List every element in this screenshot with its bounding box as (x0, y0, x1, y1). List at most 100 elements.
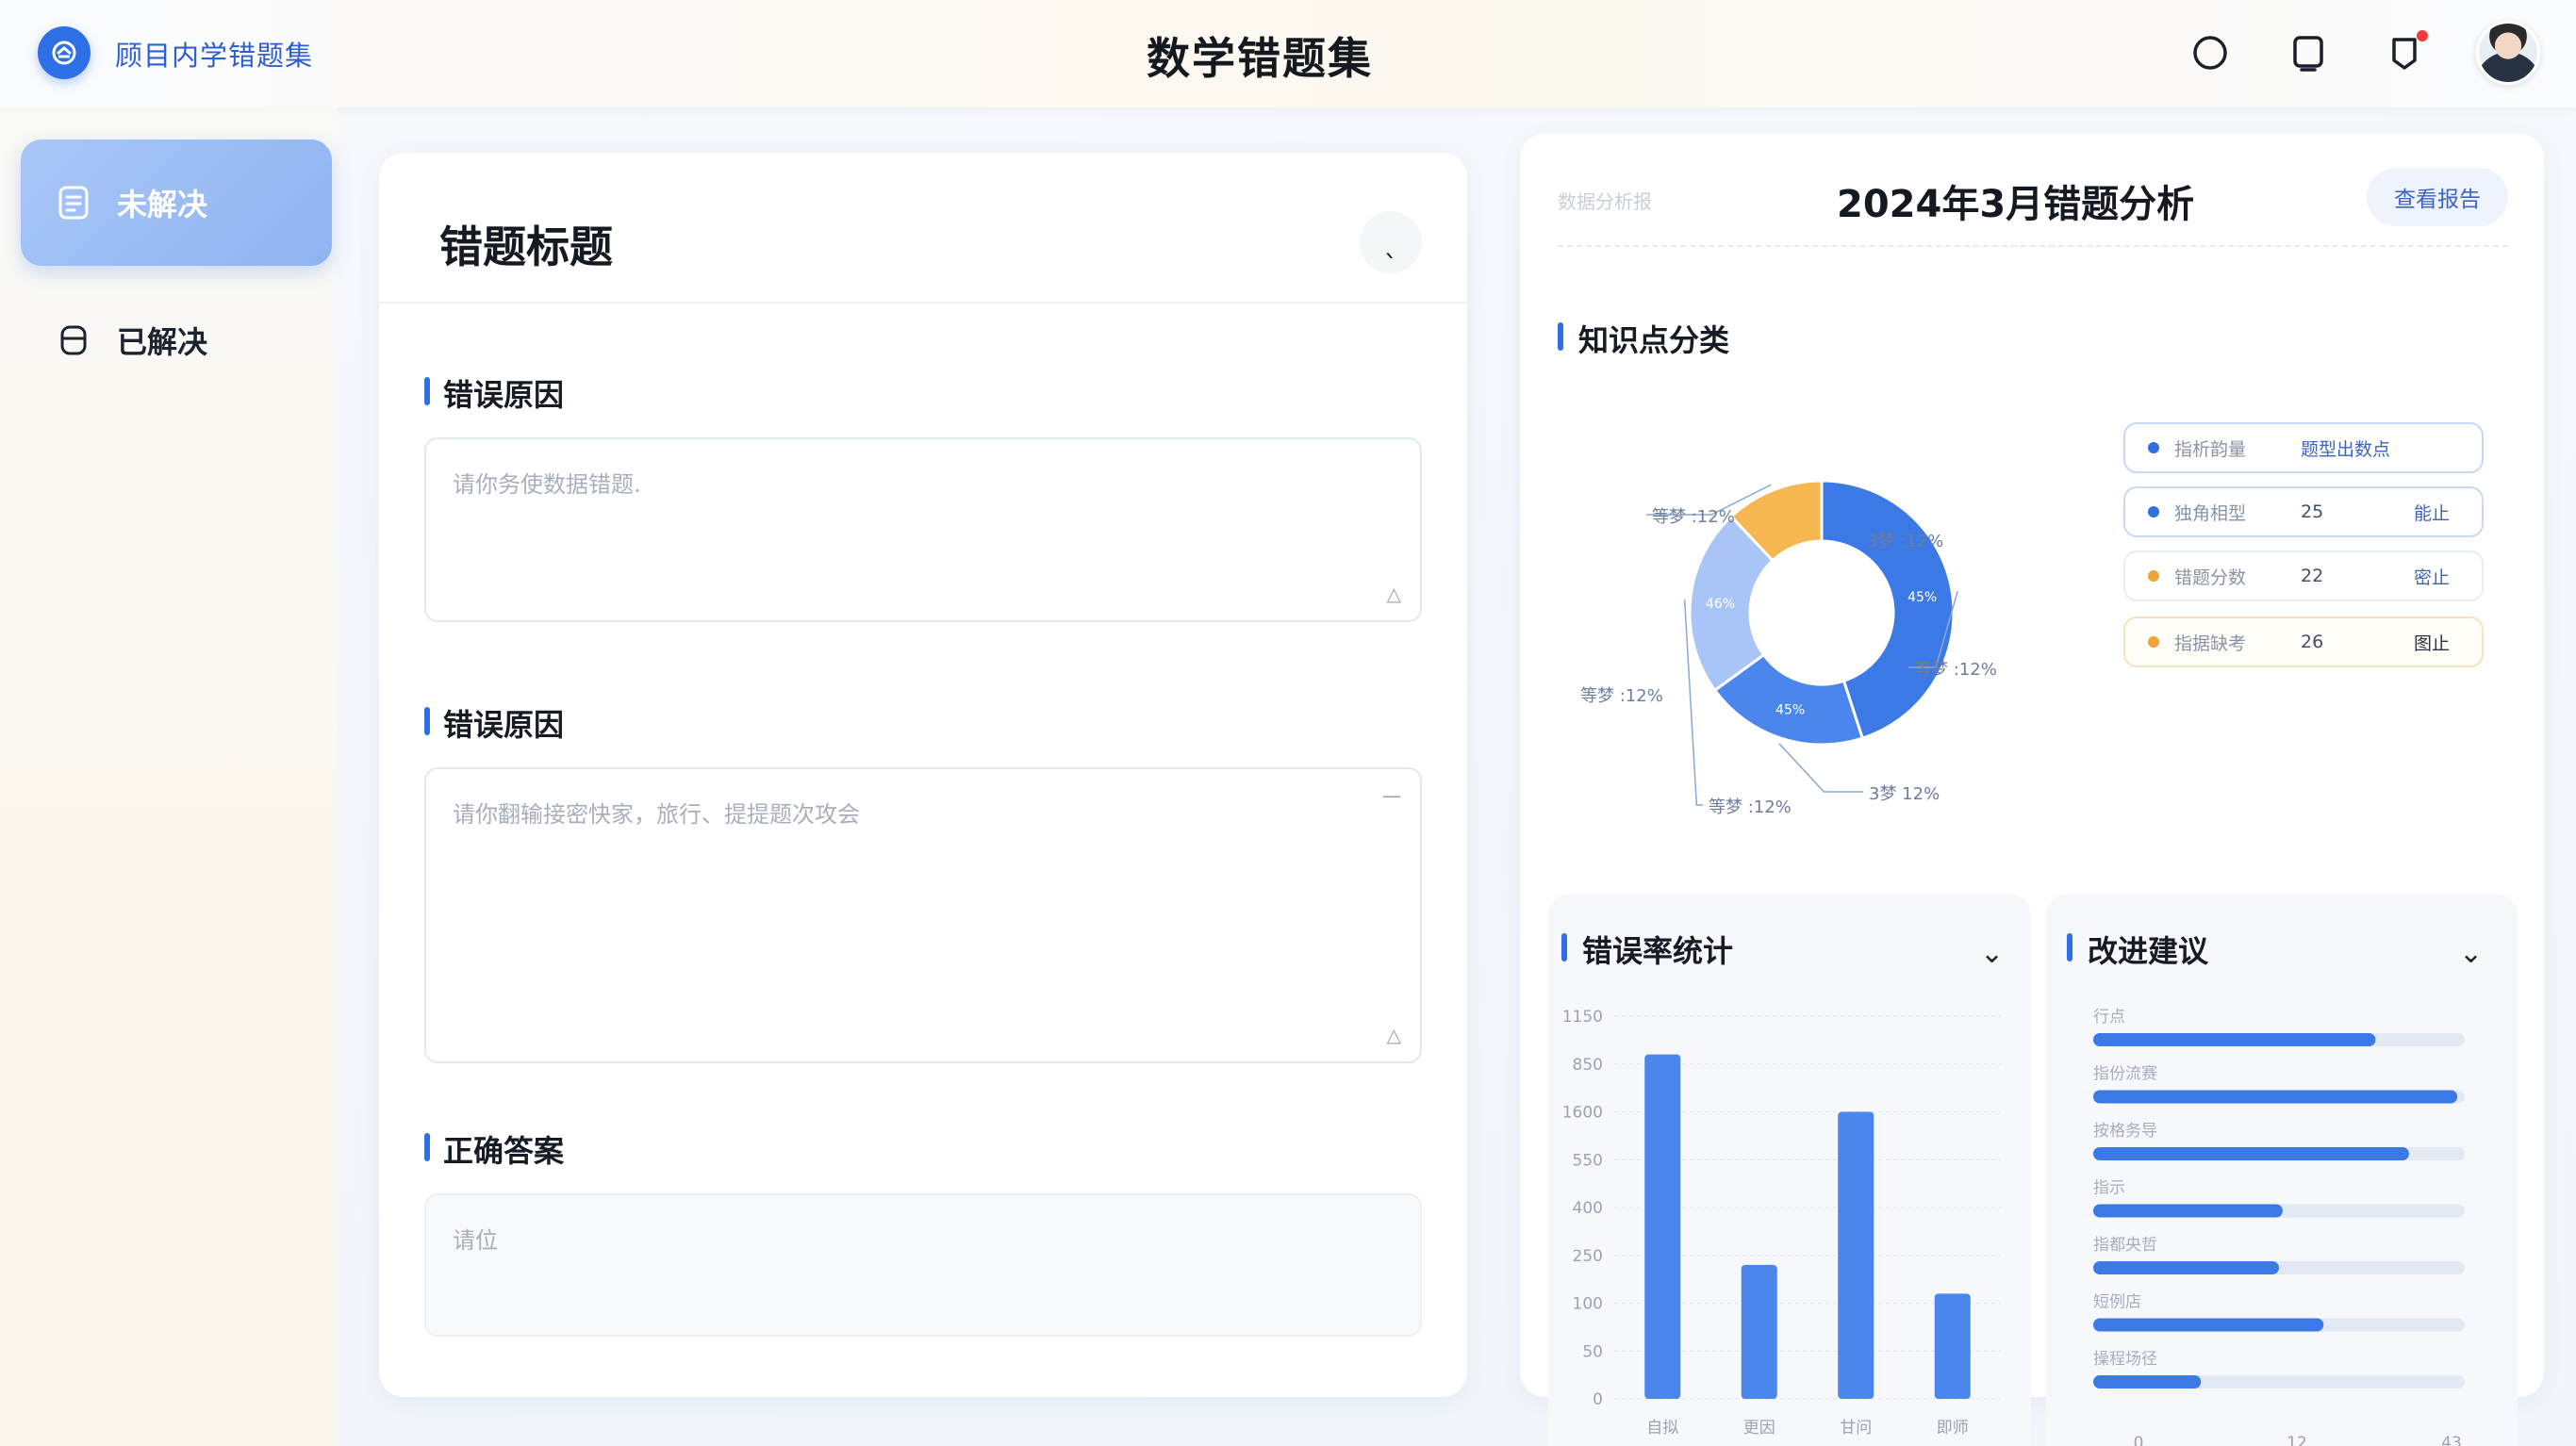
suggestion-name: 指份流赛 (2093, 1064, 2157, 1084)
suggestion-name: 按格务导 (2093, 1122, 2157, 1141)
x-tick-label: 即师 (1937, 1419, 1969, 1438)
x-tick-label: 甘问 (1840, 1419, 1872, 1438)
suggestion-bar (2093, 1147, 2409, 1160)
notification-badge (2417, 30, 2428, 41)
sidebar-item-label: 未解决 (117, 187, 208, 222)
slice-callout: 等梦 :12% (1580, 686, 1663, 706)
resize-handle-icon[interactable]: △ (1387, 583, 1401, 605)
slice-label: 45% (1907, 590, 1937, 605)
legend-name: 指析韵量 (2174, 438, 2247, 460)
chevron-icon: ˎ (1383, 225, 1398, 259)
brand-name: 顾目内学错题集 (115, 40, 314, 72)
bar (1644, 1054, 1681, 1399)
collapse-button[interactable]: ˎ (1360, 211, 1422, 273)
legend-action[interactable]: 能止 (2414, 500, 2450, 525)
suggestion-bar (2093, 1375, 2202, 1388)
suggestion-name: 操程场径 (2093, 1350, 2157, 1369)
suggestions-card: 改进建议 ⌄ 行点 指份流赛 按格务导 指示 指都央哲 短例店 操程场径 0 12 43 (2046, 894, 2518, 1446)
sidebar-item-label: 已解决 (117, 324, 208, 360)
error-reason-placeholder: 请你务使数据错题. (453, 471, 641, 498)
x-tick-label: 12 (2287, 1434, 2307, 1446)
form-title: 错题标题 (439, 222, 613, 272)
bar (1838, 1111, 1874, 1399)
y-tick-label: 1600 (1562, 1104, 1603, 1123)
legend-value: 26 (2301, 632, 2324, 652)
legend-name: 指据缺考 (2174, 633, 2247, 654)
archive-box-icon (60, 325, 87, 355)
suggestion-name: 指示 (2093, 1179, 2125, 1198)
legend-name: 独角相型 (2174, 502, 2247, 524)
logo-icon[interactable] (38, 26, 91, 79)
legend-row[interactable]: 错题分数 22 密止 (2123, 550, 2484, 601)
knowledge-label: 知识点分类 (1558, 317, 1729, 360)
callout-line (1778, 743, 1863, 793)
error-rate-card: 错误率统计 ⌄ 0 50 100 250 400 550 1600 850 1150 自拟 更因 甘问… (1548, 894, 2031, 1446)
error-reason-label: 错误原因 (424, 371, 564, 415)
error-reason-label-2: 错误原因 (424, 701, 564, 745)
y-tick-label: 1150 (1562, 1008, 1603, 1027)
correct-answer-label: 正确答案 (424, 1127, 564, 1171)
minus-icon[interactable]: — (1382, 784, 1401, 807)
suggestion-bar (2093, 1033, 2376, 1046)
bar (1741, 1264, 1777, 1399)
suggestion-bar (2093, 1318, 2324, 1332)
sidebar-item-resolved[interactable]: 已解决 (21, 277, 332, 403)
correct-answer-placeholder: 请位 (453, 1227, 498, 1254)
legend-row[interactable]: 指据缺考 26 图止 (2123, 616, 2484, 667)
form-header: 错题标题 ˎ (379, 153, 1467, 304)
error-reason-input[interactable]: 请你务使数据错题. △ (424, 437, 1422, 622)
suggestion-name: 短例店 (2093, 1293, 2141, 1312)
legend-row[interactable]: 独角相型 25 能止 (2123, 486, 2484, 537)
tablet-icon[interactable] (2287, 32, 2329, 74)
y-tick-label: 550 (1573, 1151, 1603, 1170)
chevron-down-icon[interactable]: ⌄ (2459, 937, 2483, 970)
circle-icon[interactable] (2189, 32, 2231, 74)
x-tick-label: 更因 (1743, 1419, 1775, 1438)
x-tick-label: 43 (2441, 1434, 2462, 1446)
legend-row[interactable]: 指析韵量 题型出数点 (2123, 422, 2484, 473)
chevron-down-icon[interactable]: ⌄ (1980, 937, 2004, 970)
legend-value: 25 (2301, 501, 2324, 522)
legend-dot (2148, 506, 2159, 518)
analysis-card: 数据分析报 2024年3月错题分析 查看报告 知识点分类 45% 等梦 :12% 4… (1520, 134, 2544, 1446)
mistake-form-card: 错题标题 ˎ 错误原因 请你务使数据错题. △ 错误原因 请你翻输接密快家，旅行… (379, 153, 1467, 1397)
suggestion-bar (2093, 1261, 2279, 1274)
slice-callout: 3梦 12% (1869, 784, 1940, 804)
sidebar-item-unresolved[interactable]: 未解决 (21, 140, 332, 266)
page-title: 数学错题集 (1147, 33, 1373, 84)
document-icon (58, 186, 89, 220)
suggestion-name: 指都央哲 (2093, 1236, 2157, 1255)
suggestion-name: 行点 (2093, 1008, 2125, 1027)
legend-action[interactable]: 图止 (2414, 630, 2450, 655)
error-rate-label: 错误率统计 (1561, 928, 1733, 971)
avatar[interactable] (2476, 21, 2540, 85)
legend-value: 题型出数点 (2301, 438, 2391, 460)
suggestion-bar (2093, 1090, 2458, 1104)
slice-callout: 3梦 :12% (1867, 532, 1943, 551)
analysis-title: 2024年3月错题分析 (1837, 183, 2195, 226)
resize-handle-icon[interactable]: △ (1387, 1024, 1401, 1046)
slice-callout: 等梦 :12% (1652, 507, 1735, 527)
slice-callout: 等梦 :12% (1709, 797, 1792, 817)
suggestions-bar-chart: 行点指份流赛按格务导指示指都央哲短例店操程场径 0 12 43 (2093, 1008, 2465, 1446)
slice-label: 46% (1706, 597, 1735, 612)
legend-action[interactable]: 密止 (2414, 564, 2450, 589)
error-reason-placeholder-2: 请你翻输接密快家，旅行、提提题次攻会 (453, 801, 860, 828)
error-rate-bar-chart: 0 50 100 250 400 550 1600 850 1150 自拟 更因 甘问 即师 (1562, 1008, 2001, 1438)
y-tick-label: 0 (1593, 1390, 1603, 1409)
suggestions-label: 改进建议 (2067, 928, 2208, 971)
correct-answer-input[interactable]: 请位 (424, 1193, 1422, 1337)
y-tick-label: 50 (1582, 1342, 1603, 1361)
y-tick-label: 850 (1573, 1056, 1603, 1075)
y-tick-label: 100 (1573, 1295, 1603, 1314)
legend-dot (2148, 570, 2159, 582)
error-reason-input-2[interactable]: 请你翻输接密快家，旅行、提提题次攻会 — △ (424, 767, 1422, 1063)
legend-dot (2148, 636, 2159, 648)
suggestion-bar (2093, 1204, 2283, 1218)
legend-value: 22 (2301, 566, 2324, 586)
divider (1558, 245, 2508, 247)
slice-callout: 等梦 :12% (1914, 660, 1997, 680)
view-report-button[interactable]: 查看报告 (2367, 168, 2508, 226)
sidebar: 未解决 已解决 (0, 107, 338, 1446)
knowledge-donut-chart: 45% 等梦 :12% 45% 3梦 12% 46% 等梦 :12% 等梦 :12% 3梦 :… (1580, 479, 1997, 817)
